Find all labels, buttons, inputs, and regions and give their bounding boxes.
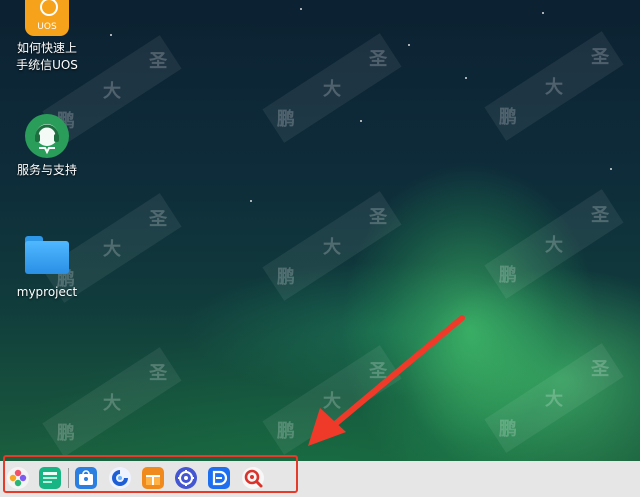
watermark-char: 圣 <box>369 49 388 71</box>
uos-badge-text: UOS <box>37 22 57 32</box>
watermark-char: 大 <box>545 389 563 410</box>
watermark-char: 鹏 <box>498 264 517 286</box>
watermark-char: 圣 <box>369 207 388 229</box>
watermark-char: 鹏 <box>56 422 75 444</box>
watermark: 鹏 大 圣 <box>42 347 182 457</box>
desktop-icon-label: 手统信UOS <box>16 58 78 72</box>
dock-highlight-box <box>3 455 298 493</box>
watermark-char: 圣 <box>149 363 168 385</box>
star <box>300 8 302 10</box>
watermark-char: 大 <box>103 81 121 102</box>
watermark-char: 鹏 <box>498 106 517 128</box>
star <box>542 12 544 14</box>
desktop-icon-label: 如何快速上 <box>16 41 77 55</box>
watermark-char: 圣 <box>369 361 388 383</box>
watermark-char: 圣 <box>591 47 610 69</box>
star <box>110 34 112 36</box>
watermark-char: 鹏 <box>276 108 295 130</box>
watermark: 鹏 大 圣 <box>484 343 624 453</box>
watermark-char: 圣 <box>591 359 610 381</box>
watermark-char: 大 <box>103 239 121 260</box>
star <box>465 77 467 79</box>
watermark: 鹏 大 圣 <box>262 33 402 143</box>
watermark-char: 大 <box>103 393 121 414</box>
watermark: 鹏 大 圣 <box>484 189 624 299</box>
desktop-icon-label: myproject <box>16 285 78 299</box>
star <box>360 120 362 122</box>
watermark: 鹏 大 圣 <box>262 191 402 301</box>
watermark-char: 大 <box>323 79 341 100</box>
star <box>610 168 612 170</box>
watermark-char: 圣 <box>149 209 168 231</box>
watermark-char: 圣 <box>591 205 610 227</box>
watermark-char: 鹏 <box>276 420 295 442</box>
star <box>250 200 252 202</box>
desktop-icon-label: 服务与支持 <box>16 163 77 177</box>
desktop-icon-service-support[interactable]: 服务与支持 <box>7 114 87 179</box>
watermark-char: 鹏 <box>498 418 517 440</box>
watermark-char: 鹏 <box>276 266 295 288</box>
headset-icon-svg <box>35 124 59 155</box>
desktop-icon-uos-guide[interactable]: UOS 如何快速上 手统信UOS <box>7 0 87 74</box>
headset-icon <box>25 114 69 158</box>
watermark-char: 圣 <box>149 51 168 73</box>
watermark: 鹏 大 圣 <box>262 345 402 455</box>
folder-icon <box>25 236 69 280</box>
watermark-char: 大 <box>545 235 563 256</box>
watermark-char: 大 <box>323 237 341 258</box>
star <box>408 44 410 46</box>
desktop-icon-myproject[interactable]: myproject <box>7 236 87 301</box>
watermark: 鹏 大 圣 <box>484 31 624 141</box>
watermark-char: 大 <box>545 77 563 98</box>
desktop[interactable]: 鹏 大 圣 鹏 大 圣 鹏 大 圣 鹏 大 圣 鹏 大 圣 鹏 大 圣 鹏 大 … <box>0 0 640 497</box>
lightbulb-icon: UOS <box>25 0 69 36</box>
watermark-char: 大 <box>323 391 341 412</box>
